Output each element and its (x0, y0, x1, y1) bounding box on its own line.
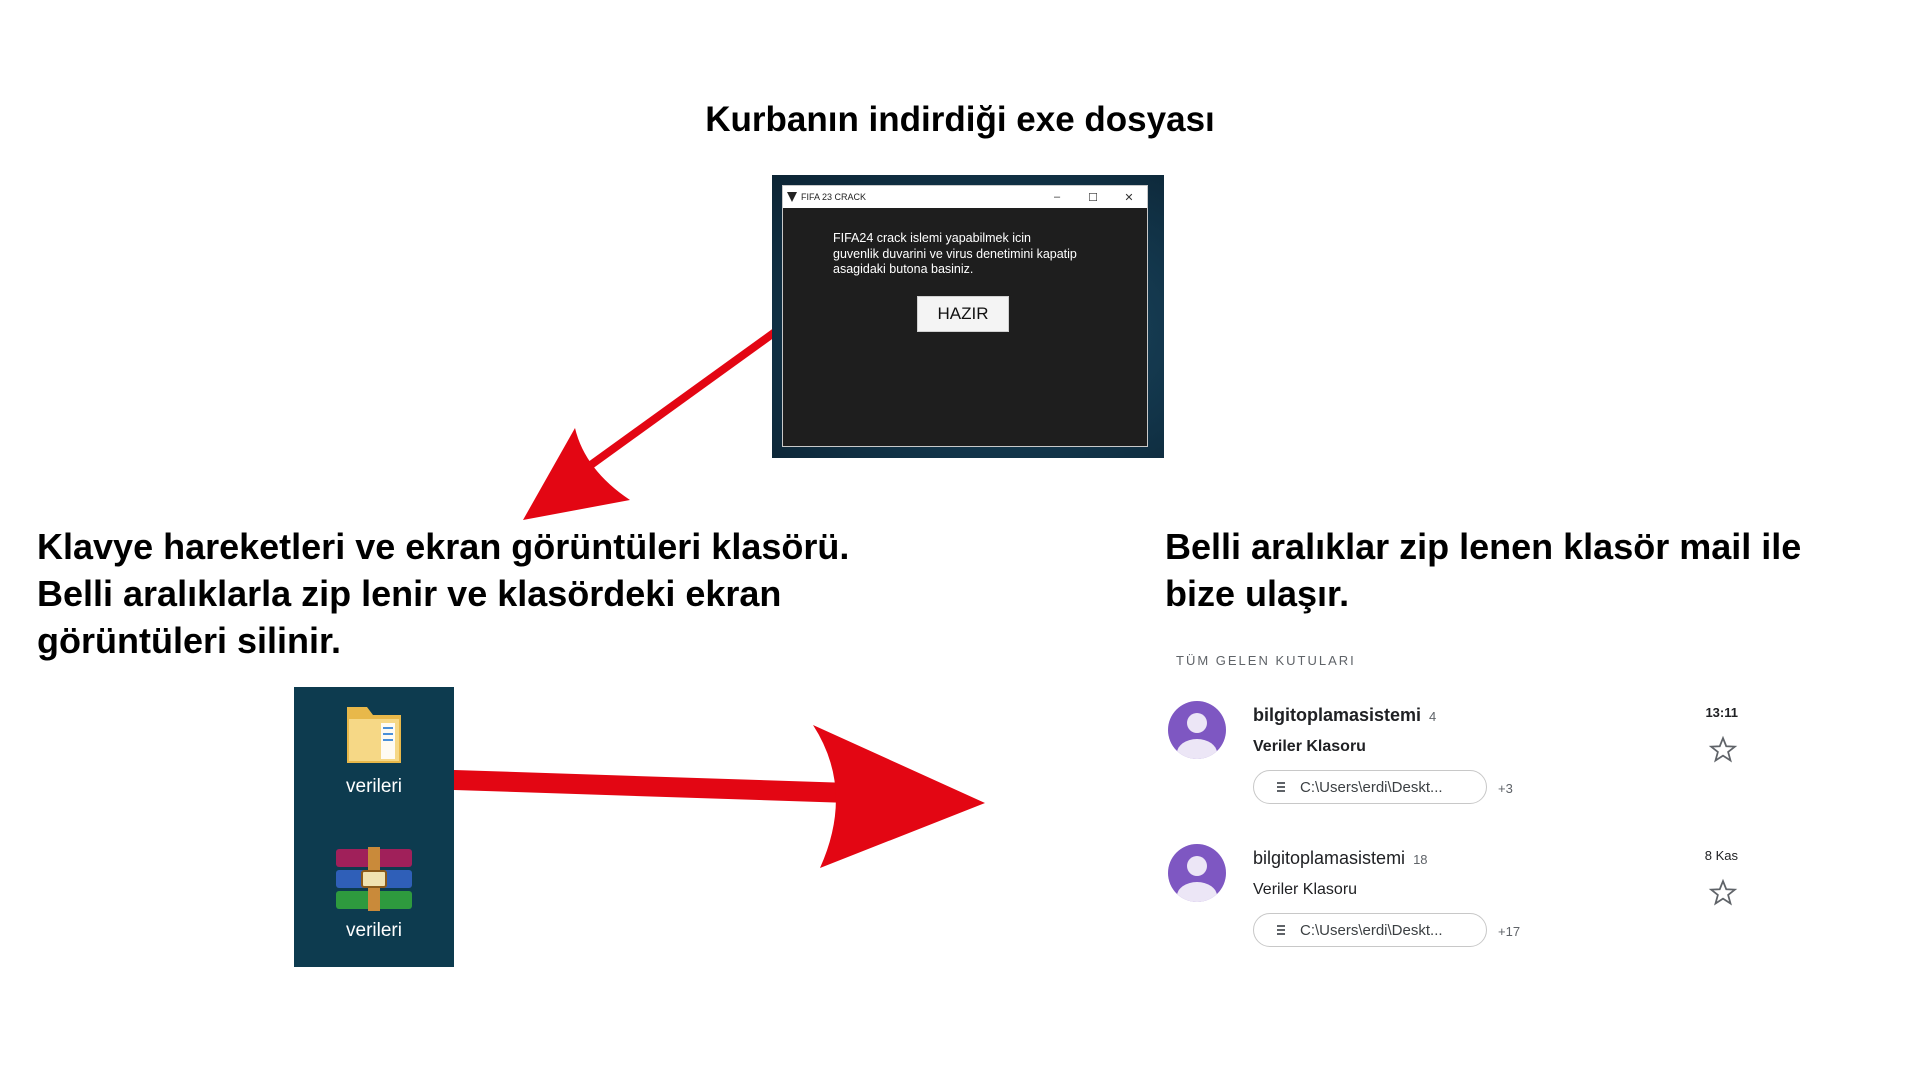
mail-subject: Veriler Klasoru (1253, 881, 1358, 898)
arrow-folder-to-mail (454, 725, 985, 868)
attachment-name: C:\Users\erdi\Deskt... (1300, 778, 1443, 796)
star-icon[interactable] (1708, 735, 1738, 765)
attachment-chip[interactable]: C:\Users\erdi\Deskt... (1253, 913, 1487, 947)
mail-row[interactable]: bilgitoplamasistemi 18 Veriler Klasoru 8 … (1168, 840, 1748, 970)
winrar-archive-icon (336, 847, 412, 911)
mail-sender-name: bilgitoplamasistemi (1253, 848, 1406, 868)
mail-thread-count: 18 (1413, 852, 1428, 867)
more-attachments-count[interactable]: +17 (1498, 924, 1520, 939)
desktop-item-label: verileri (346, 920, 402, 941)
exe-message-line: guvenlik duvarini ve virus denetimini ka… (833, 246, 1077, 261)
right-caption-line: bize ulaşır. (1165, 573, 1350, 614)
exe-titlebar: FIFA 23 CRACK – ☐ ✕ (783, 186, 1147, 208)
attachment-file-icon (1277, 925, 1285, 935)
mail-subject: Veriler Klasoru (1253, 738, 1366, 755)
hazir-button[interactable]: HAZIR (917, 296, 1009, 332)
left-caption-line: görüntüleri silinir. (37, 620, 342, 661)
attachment-chip[interactable]: C:\Users\erdi\Deskt... (1253, 770, 1487, 804)
mail-time: 13:11 (1705, 705, 1738, 720)
minimize-icon[interactable]: – (1039, 191, 1075, 203)
user-avatar-icon (1177, 856, 1217, 902)
exe-window-title: FIFA 23 CRACK (801, 192, 867, 202)
avatar (1168, 844, 1226, 902)
mail-thread-count: 4 (1429, 709, 1437, 724)
left-caption-line: Klavye hareketleri ve ekran görüntüleri … (37, 526, 850, 567)
close-icon[interactable]: ✕ (1111, 191, 1147, 204)
maximize-icon[interactable]: ☐ (1075, 191, 1111, 204)
top-heading: Kurbanın indirdiği exe dosyası (705, 100, 1215, 139)
desktop-panel: verileri verileri (294, 687, 454, 967)
exe-message-line: asagidaki butona basiniz. (833, 262, 974, 276)
more-attachments-count[interactable]: +3 (1498, 781, 1513, 796)
exe-window: FIFA 23 CRACK – ☐ ✕ FIFA24 crack islemi … (782, 185, 1148, 447)
attachment-name: C:\Users\erdi\Deskt... (1300, 921, 1443, 939)
desktop-item-label: verileri (346, 776, 402, 797)
mail-row[interactable]: bilgitoplamasistemi 4 Veriler Klasoru 13:… (1168, 697, 1748, 827)
left-caption: Klavye hareketleri ve ekran görüntüleri … (37, 523, 897, 664)
right-caption-line: Belli aralıklar zip lenen klasör mail il… (1165, 526, 1802, 567)
attachment-file-icon (1277, 782, 1285, 792)
star-icon[interactable] (1708, 878, 1738, 908)
arrow-exe-to-folder (523, 328, 778, 520)
exe-message-line: FIFA24 crack islemi yapabilmek icin (833, 231, 1031, 245)
mail-time: 8 Kas (1704, 848, 1738, 863)
mail-sender: bilgitoplamasistemi 4 (1253, 705, 1436, 726)
desktop-archive-item[interactable]: verileri (294, 847, 454, 942)
folder-icon (347, 707, 401, 763)
app-logo-icon (787, 192, 797, 202)
user-avatar-icon (1177, 713, 1217, 759)
avatar (1168, 701, 1226, 759)
mail-section-label: TÜM GELEN KUTULARI (1176, 653, 1356, 668)
mail-sender-name: bilgitoplamasistemi (1253, 705, 1422, 725)
mail-sender: bilgitoplamasistemi 18 (1253, 848, 1428, 869)
exe-screenshot: FIFA 23 CRACK – ☐ ✕ FIFA24 crack islemi … (772, 175, 1164, 458)
exe-message: FIFA24 crack islemi yapabilmek icin guve… (833, 231, 1103, 278)
right-caption: Belli aralıklar zip lenen klasör mail il… (1165, 523, 1865, 617)
desktop-folder-item[interactable]: verileri (294, 697, 454, 798)
left-caption-line: Belli aralıklarla zip lenir ve klasördek… (37, 573, 782, 614)
